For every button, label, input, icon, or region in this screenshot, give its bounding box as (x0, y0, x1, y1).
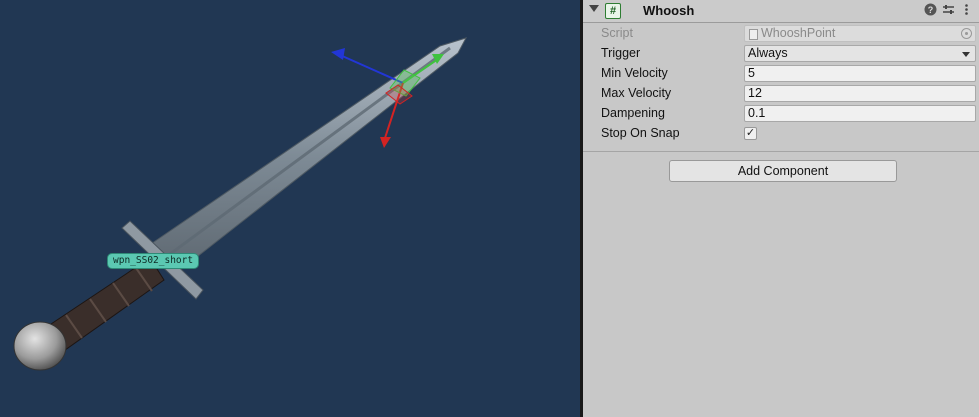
object-name-label: wpn_SS02_short (107, 253, 200, 269)
script-value: WhooshPoint (761, 26, 836, 40)
dampening-field[interactable]: 0.1 (744, 105, 976, 122)
trigger-dropdown[interactable]: Always (744, 45, 976, 62)
gizmo-z-axis-handle[interactable] (331, 48, 345, 60)
max-velocity-row: Max Velocity 12 (583, 84, 979, 104)
inspector-panel: # Whoosh ? Script WhooshPoint Trigger Al… (583, 0, 979, 417)
kebab-icon[interactable] (959, 3, 973, 17)
min-velocity-label[interactable]: Min Velocity (601, 66, 668, 80)
trigger-row: Trigger Always (583, 44, 979, 64)
sword-pommel[interactable] (13, 321, 67, 371)
script-file-icon (749, 29, 758, 40)
foldout-arrow-icon[interactable] (589, 5, 599, 12)
scene-view[interactable]: wpn_SS02_short (0, 0, 580, 417)
stop-on-snap-row: Stop On Snap ✓ (583, 124, 979, 144)
object-picker-icon[interactable] (961, 28, 972, 39)
trigger-label: Trigger (601, 46, 641, 60)
min-velocity-row: Min Velocity 5 (583, 64, 979, 84)
preset-icon[interactable] (941, 3, 955, 17)
dampening-row: Dampening 0.1 (583, 104, 979, 124)
help-icon[interactable]: ? (923, 3, 937, 17)
add-component-button[interactable]: Add Component (669, 160, 897, 182)
max-velocity-label[interactable]: Max Velocity (601, 86, 671, 100)
checkmark-icon: ✓ (745, 127, 756, 139)
hash-icon: # (605, 3, 621, 19)
chevron-down-icon (962, 52, 970, 57)
script-row: Script WhooshPoint (583, 24, 979, 44)
component-header[interactable]: # Whoosh ? (583, 0, 979, 23)
svg-text:?: ? (927, 5, 933, 15)
script-field[interactable]: WhooshPoint (744, 25, 976, 42)
component-title: Whoosh (643, 3, 695, 18)
scene-canvas (13, 37, 468, 371)
trigger-value: Always (748, 46, 788, 60)
max-velocity-field[interactable]: 12 (744, 85, 976, 102)
min-velocity-field[interactable]: 5 (744, 65, 976, 82)
stop-on-snap-label: Stop On Snap (601, 126, 680, 140)
dampening-label[interactable]: Dampening (601, 106, 665, 120)
script-label: Script (601, 26, 633, 40)
component-separator (583, 151, 979, 152)
gizmo-x-axis-handle[interactable] (380, 137, 391, 148)
stop-on-snap-checkbox[interactable]: ✓ (744, 127, 757, 140)
